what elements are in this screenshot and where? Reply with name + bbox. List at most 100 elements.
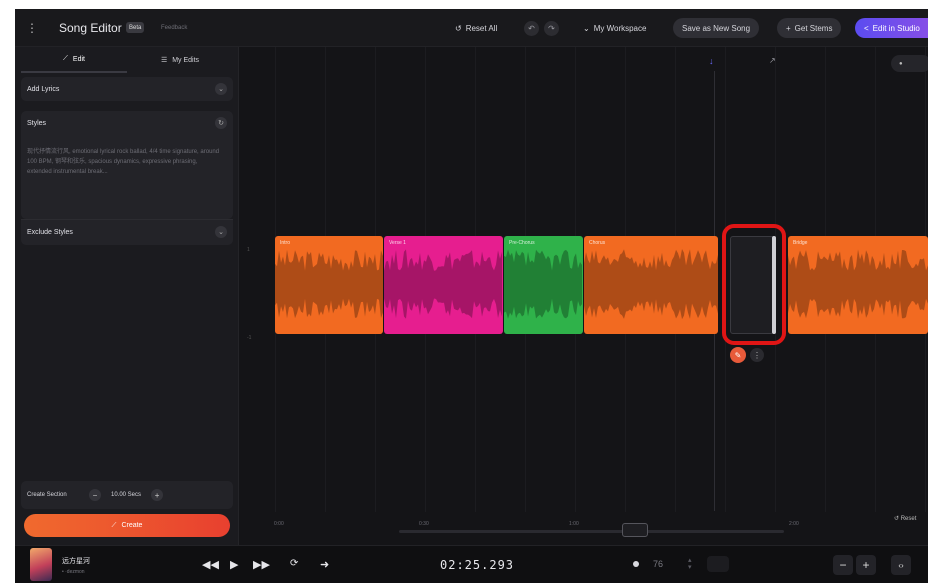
- redo-button[interactable]: ↷: [544, 21, 559, 36]
- decrease-duration-button[interactable]: −: [89, 489, 101, 501]
- waveform: [384, 249, 502, 319]
- beta-badge: Beta: [126, 22, 145, 33]
- chevron-down-icon: ⌄: [583, 23, 590, 33]
- segment-label: Bridge: [793, 240, 808, 246]
- tab-edit-label: Edit: [72, 55, 85, 63]
- waveform: [584, 249, 718, 320]
- fit-to-screen-button[interactable]: ‹›: [891, 555, 911, 575]
- left-panel: ⟋ Edit ☰ My Edits Add Lyrics ⌄ Styles ↻ …: [15, 47, 239, 545]
- song-name: 远方星河: [62, 558, 90, 565]
- menu-icon[interactable]: ⋮: [26, 18, 38, 38]
- waveform: [275, 249, 383, 319]
- top-bar: ⋮ Song Editor Beta Feedback ↺ Reset All …: [15, 9, 928, 47]
- styles-label: Styles: [27, 119, 47, 127]
- chevron-down-icon[interactable]: ⌄: [215, 226, 227, 238]
- skip-icon[interactable]: ➜: [320, 558, 329, 571]
- track-axis-tick: 1: [247, 247, 250, 253]
- more-icon: ⋮: [753, 350, 761, 360]
- playback-time: 02:25.293: [440, 558, 515, 572]
- add-lyrics-section[interactable]: Add Lyrics ⌄: [21, 77, 233, 101]
- waveform-path: [384, 249, 502, 319]
- workspace-selector[interactable]: ⌄ My Workspace: [583, 18, 646, 38]
- create-button[interactable]: ⟋ Create: [24, 514, 230, 537]
- player-bar: 远方星河 • ·dezmon ◀◀ ▶ ▶▶ ⟳ ➜ 02:25.293 76 …: [15, 545, 928, 583]
- highlight-annotation: [722, 224, 786, 345]
- zoom-in-button[interactable]: +: [856, 555, 876, 575]
- get-stems-label: Get Stems: [794, 23, 833, 33]
- waveform-path: [584, 249, 718, 320]
- reset-icon: ↺: [455, 23, 462, 33]
- duration-value: 10.00 Secs: [111, 492, 142, 498]
- timeline[interactable]: ↓ ↗ ● 1 -1 Intro Verse 1 Pre-Chorus Chor…: [239, 47, 928, 545]
- track-segment-chorus[interactable]: Chorus: [584, 236, 718, 334]
- tab-my-edits[interactable]: ☰ My Edits: [127, 47, 233, 73]
- metronome-icon[interactable]: [633, 561, 639, 567]
- create-section-label: Create Section: [27, 492, 67, 498]
- segment-label: Pre-Chorus: [509, 240, 535, 246]
- app-title: Song Editor: [59, 21, 122, 35]
- styles-textarea[interactable]: 现代抒情流行风, emotional lyrical rock ballad, …: [27, 147, 223, 177]
- feedback-link[interactable]: Feedback: [161, 18, 187, 38]
- wand-icon: ⟋: [111, 521, 117, 529]
- track-segment-verse-1[interactable]: Verse 1: [384, 236, 503, 334]
- song-artist: • ·dezmon: [62, 569, 85, 575]
- plus-icon: +: [786, 23, 791, 33]
- waveform: [788, 249, 928, 319]
- marker-icon[interactable]: ↗: [769, 56, 776, 65]
- bpm-menu-button[interactable]: [707, 556, 729, 572]
- chevron-down-icon[interactable]: ⌄: [215, 83, 227, 95]
- exclude-styles-section[interactable]: Exclude Styles ⌄: [21, 219, 233, 245]
- play-icon[interactable]: ▶: [230, 558, 238, 571]
- reset-all-button[interactable]: ↺ Reset All: [455, 18, 497, 38]
- fast-forward-icon[interactable]: ▶▶: [253, 558, 270, 571]
- playhead-marker-icon[interactable]: ↓: [709, 56, 714, 66]
- lyrics-toggle-icon: ●: [899, 60, 903, 67]
- segment-label: Chorus: [589, 240, 606, 246]
- track-segment-intro[interactable]: Intro: [275, 236, 383, 334]
- ruler-label: 2:00: [789, 521, 799, 527]
- add-lyrics-label: Add Lyrics: [27, 85, 60, 93]
- track-segment-bridge[interactable]: Bridge: [788, 236, 928, 334]
- get-stems-button[interactable]: + Get Stems: [777, 18, 842, 38]
- refresh-icon[interactable]: ↻: [215, 117, 227, 129]
- save-as-new-song-button[interactable]: Save as New Song: [673, 18, 760, 38]
- waveform-path: [504, 249, 582, 319]
- waveform: [504, 249, 582, 319]
- rewind-icon[interactable]: ◀◀: [202, 558, 219, 571]
- bpm-stepper[interactable]: ▴ ▾: [688, 557, 692, 571]
- exclude-styles-label: Exclude Styles: [27, 228, 73, 236]
- reset-all-label: Reset All: [465, 23, 498, 33]
- bpm-value[interactable]: 76: [653, 559, 663, 569]
- undo-icon: ↶: [528, 24, 535, 33]
- timeline-scrollbar[interactable]: [399, 530, 784, 533]
- timeline-scroll-thumb[interactable]: [622, 523, 648, 537]
- song-cover-thumbnail: [30, 548, 52, 581]
- reset-zoom-button[interactable]: ↺ Reset: [894, 515, 916, 522]
- share-icon: <: [864, 23, 869, 33]
- ruler-label: 0:00: [274, 521, 284, 527]
- lyrics-toggle-button[interactable]: ●: [891, 55, 928, 72]
- song-editor-app: ⋮ Song Editor Beta Feedback ↺ Reset All …: [15, 9, 928, 583]
- tab-edit[interactable]: ⟋ Edit: [21, 47, 127, 73]
- edit-in-studio-button[interactable]: < Edit in Studio: [855, 18, 928, 38]
- edit-gap-button[interactable]: ✎: [730, 347, 746, 363]
- undo-button[interactable]: ↶: [524, 21, 539, 36]
- waveform-path: [788, 249, 928, 319]
- create-button-label: Create: [121, 522, 143, 529]
- redo-icon: ↷: [548, 24, 555, 33]
- tab-my-edits-label: My Edits: [172, 56, 200, 64]
- ruler-label: 1:00: [569, 521, 579, 527]
- increase-duration-button[interactable]: +: [151, 489, 164, 501]
- ruler-label: 0:30: [419, 521, 429, 527]
- gap-more-button[interactable]: ⋮: [750, 348, 764, 362]
- reset-zoom-label: Reset: [900, 516, 917, 522]
- segment-label: Verse 1: [389, 240, 406, 246]
- panel-tabs: ⟋ Edit ☰ My Edits: [21, 47, 233, 73]
- loop-icon[interactable]: ⟳: [290, 558, 298, 569]
- segment-label: Intro: [280, 240, 291, 246]
- edit-in-studio-label: Edit in Studio: [872, 23, 920, 33]
- track-segment-pre-chorus[interactable]: Pre-Chorus: [504, 236, 583, 334]
- pencil-icon: ✎: [734, 350, 742, 360]
- styles-section: Styles ↻ 现代抒情流行风, emotional lyrical rock…: [21, 111, 233, 219]
- zoom-out-button[interactable]: −: [833, 555, 853, 575]
